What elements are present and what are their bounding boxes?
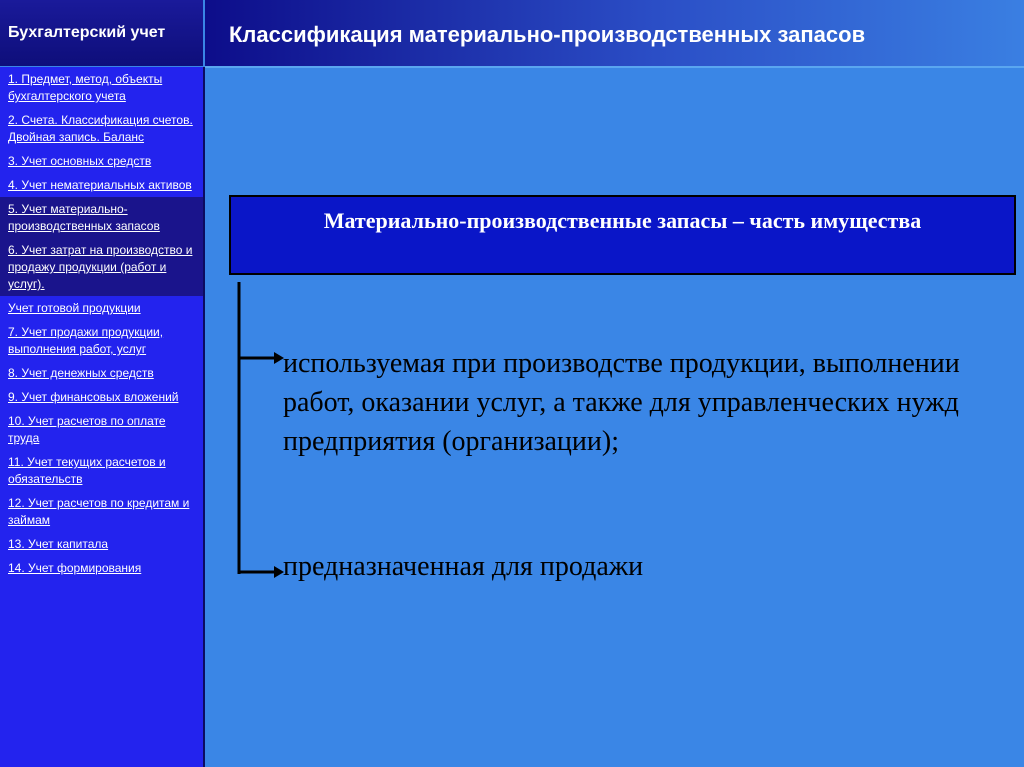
sidebar-item-1[interactable]: 1. Предмет, метод, объекты бухгалтерског… <box>0 67 203 108</box>
sidebar-item-5[interactable]: 5. Учет материально-производственных зап… <box>0 197 203 238</box>
sidebar-item-8[interactable]: 8. Учет денежных средств <box>0 361 203 385</box>
sidebar-item-6a[interactable]: Учет готовой продукции <box>0 296 203 320</box>
page-title: Классификация материально-производственн… <box>205 0 1024 66</box>
sidebar-item-11[interactable]: 11. Учет текущих расчетов и обязательств <box>0 450 203 491</box>
sidebar-item-10[interactable]: 10. Учет расчетов по оплате труда <box>0 409 203 450</box>
sidebar-item-12[interactable]: 12. Учет расчетов по кредитам и займам <box>0 491 203 532</box>
heading-box: Материально-производственные запасы – ча… <box>229 195 1016 275</box>
sidebar-item-4[interactable]: 4. Учет нематериальных активов <box>0 173 203 197</box>
bracket-arrows <box>237 282 284 578</box>
sidebar-item-2[interactable]: 2. Счета. Классификация счетов. Двойная … <box>0 108 203 149</box>
sidebar-item-7[interactable]: 7. Учет продажи продукции, выполнения ра… <box>0 320 203 361</box>
sidebar-item-9[interactable]: 9. Учет финансовых вложений <box>0 385 203 409</box>
list-item-for-sale: предназначенная для продажи <box>283 551 644 582</box>
sidebar-title: Бухгалтерский учет <box>0 0 203 66</box>
sidebar-item-6[interactable]: 6. Учет затрат на производство и продажу… <box>0 238 203 296</box>
title-divider <box>205 66 1024 68</box>
sidebar-nav: 1. Предмет, метод, объекты бухгалтерског… <box>0 67 205 767</box>
list-item-used: используемая при производстве продукции,… <box>283 348 960 457</box>
sidebar-item-13[interactable]: 13. Учет капитала <box>0 532 203 556</box>
sidebar-item-3[interactable]: 3. Учет основных средств <box>0 149 203 173</box>
sidebar-item-14[interactable]: 14. Учет формирования <box>0 556 203 580</box>
